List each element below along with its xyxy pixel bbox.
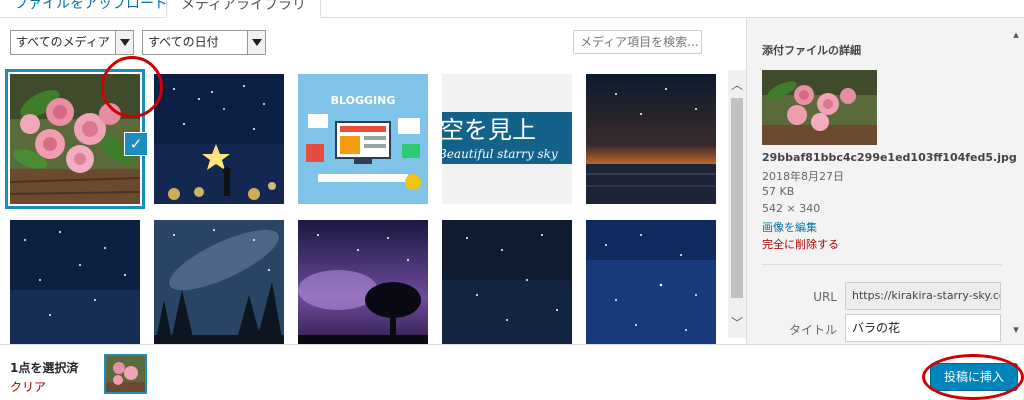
selection-count: 1点を選択済 [10,361,79,375]
attachment-details-panel: 添付ファイルの詳細 29bbaf81bbc4c299e1ed103ff104fe… [746,18,1024,344]
girl-star-image [154,74,284,204]
tab-media-library[interactable]: メディアライブラリ [166,0,322,18]
media-item-blue-sky[interactable] [586,220,716,344]
chevron-down-icon[interactable] [247,31,265,54]
dark-sky-image [442,220,572,344]
attachment-filesize: 57 KB [762,185,795,198]
media-type-filter-value: すべてのメディア [16,35,110,49]
checkmark-icon[interactable]: ✓ [124,132,148,156]
blogging-label: BLOGGING [331,94,396,107]
chevron-up-icon[interactable]: ︿ [728,76,746,92]
roses-preview-image [762,70,877,145]
annotation-circle-insert-button [922,354,1024,400]
media-item-forest-sky[interactable] [154,220,284,344]
annotation-circle-checkmark [101,56,163,118]
media-item-starry-banner[interactable]: 空を見上 Beautiful starry sky [442,74,572,204]
media-item-dark-sky[interactable] [442,220,572,344]
url-label: URL [813,290,837,304]
clear-selection-link[interactable]: クリア [10,378,46,395]
scrollbar-thumb[interactable] [731,98,743,298]
url-field[interactable]: https://kirakira-starry-sky.co [845,282,1001,310]
chevron-up-icon[interactable]: ▴ [1009,28,1023,41]
night-sea-image [586,74,716,204]
media-search-input[interactable] [573,30,702,54]
edit-image-link[interactable]: 画像を編集 [762,219,817,235]
tab-upload-files[interactable]: ファイルをアップロード [0,0,182,18]
title-field[interactable]: バラの花 [845,314,1001,342]
blue-sky-image [586,220,716,344]
attachment-details-heading: 添付ファイルの詳細 [762,44,861,57]
attachment-dimensions: 542 × 340 [762,202,821,215]
attachment-date: 2018年8月27日 [762,170,844,183]
media-item-night-sea[interactable] [586,74,716,204]
media-item-purple-galaxy[interactable] [298,220,428,344]
banner-jp-text: 空を見上 [442,116,536,144]
grid-scrollbar[interactable]: ︿ ﹀ [728,70,746,338]
blogging-image: BLOGGING [298,74,428,204]
starry-banner-image: 空を見上 Beautiful starry sky [442,74,572,204]
attachment-preview [762,70,877,145]
media-tabs: ファイルをアップロード メディアライブラリ [0,0,1024,18]
chevron-down-icon[interactable]: ﹀ [728,314,746,330]
forest-sky-image [154,220,284,344]
delete-permanently-link[interactable]: 完全に削除する [762,236,839,252]
media-item-night-sky[interactable] [10,220,140,344]
purple-galaxy-image [298,220,428,344]
banner-en-text: Beautiful starry sky [442,147,558,161]
media-type-filter[interactable]: すべてのメディア [10,30,134,55]
details-divider [762,264,1002,265]
media-item-girl-star[interactable] [154,74,284,204]
selected-thumbnail[interactable] [104,354,147,394]
chevron-down-icon[interactable] [115,31,133,54]
date-filter[interactable]: すべての日付 [142,30,266,55]
attachment-filename: 29bbaf81bbc4c299e1ed103ff104fed5.jpg [762,151,1017,164]
roses-mini-image [106,356,145,392]
media-item-blogging[interactable]: BLOGGING [298,74,428,204]
details-scrollbar[interactable]: ▴ ▾ [1009,28,1023,338]
date-filter-value: すべての日付 [148,35,219,49]
chevron-down-icon[interactable]: ▾ [1009,323,1023,336]
media-toolbar: 1点を選択済 クリア 投稿に挿入 [0,344,1024,400]
night-sky-image [10,220,140,344]
title-label: タイトル [788,323,837,337]
